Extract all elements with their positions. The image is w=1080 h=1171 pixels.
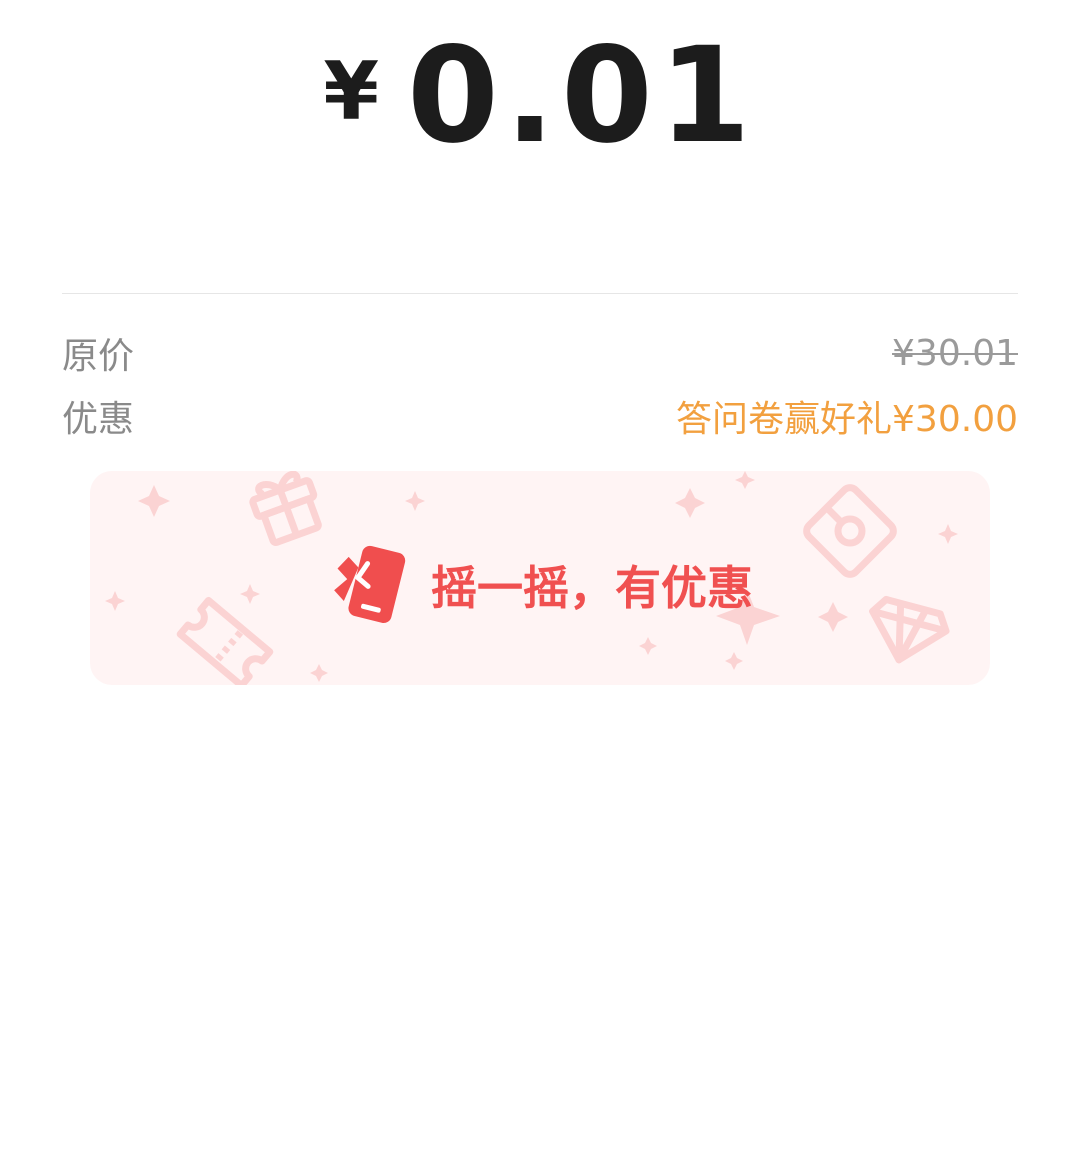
original-price-label: 原价 bbox=[62, 336, 135, 377]
amount-value: 0.01 bbox=[406, 19, 757, 173]
discount-label: 优惠 bbox=[62, 399, 135, 440]
shake-phone-icon bbox=[334, 545, 406, 624]
divider bbox=[62, 293, 1018, 294]
shake-banner-text: 摇一摇，有优惠 bbox=[431, 561, 753, 615]
discount-value[interactable]: 答问卷赢好礼¥30.00 bbox=[676, 390, 1018, 442]
original-price-row: 原价 ¥30.01 bbox=[62, 328, 1018, 378]
shake-banner[interactable]: 摇一摇，有优惠 bbox=[90, 471, 990, 685]
discount-row: 优惠 答问卷赢好礼¥30.00 bbox=[62, 391, 1018, 441]
currency-symbol: ¥ bbox=[323, 45, 379, 138]
payment-amount: ¥ 0.01 bbox=[0, 30, 1080, 170]
banner-content: 摇一摇，有优惠 bbox=[90, 471, 990, 685]
original-price-value: ¥30.01 bbox=[892, 332, 1018, 374]
